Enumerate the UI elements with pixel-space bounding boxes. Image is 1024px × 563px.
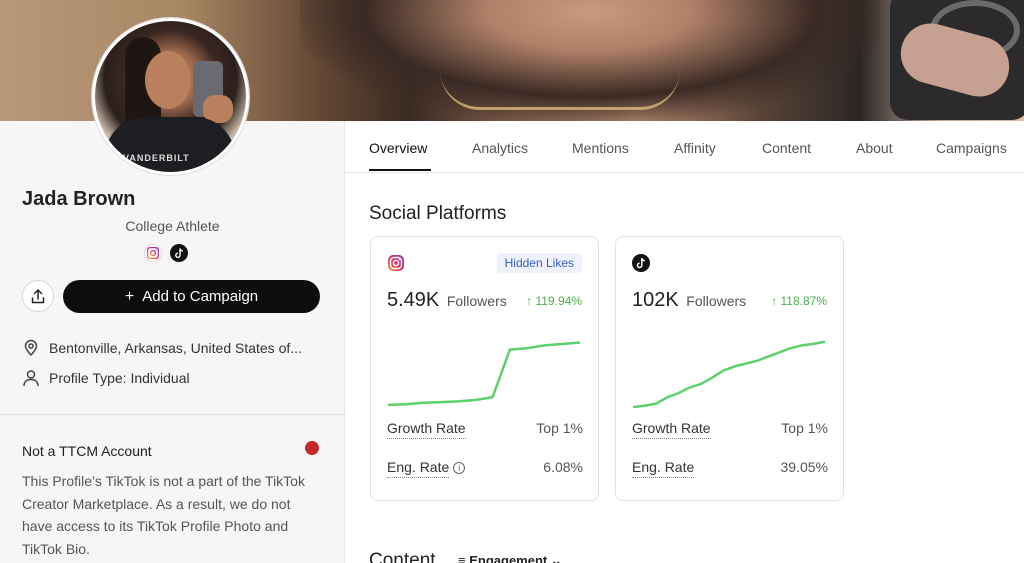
growth-rate-row: Growth Rate Top 1% [632, 420, 828, 439]
tab-content[interactable]: Content [762, 140, 811, 156]
follower-growth: ↑ 118.87% [771, 294, 827, 308]
eng-rate-label[interactable]: Eng. Rate [387, 459, 450, 478]
share-button[interactable] [22, 280, 54, 312]
followers-unit: Followers [446, 293, 507, 309]
chevron-down-icon: ⌄ [550, 553, 562, 563]
add-to-campaign-button[interactable]: + Add to Campaign [63, 280, 320, 313]
growth-rate-row: Growth Rate Top 1% [387, 420, 583, 439]
location-row: Bentonville, Arkansas, United States of.… [22, 339, 302, 357]
tab-mentions[interactable]: Mentions [572, 140, 629, 156]
growth-rate-value: Top 1% [781, 420, 828, 436]
tiktok-platform-card[interactable]: 102K Followers ↑ 118.87% Growth Rate Top… [615, 236, 844, 501]
tiktok-followers: 102K Followers [632, 289, 746, 312]
follower-count: 5.49K [387, 289, 440, 311]
banner-photo-detail [440, 70, 680, 110]
sidebar-divider [0, 414, 345, 415]
location-text: Bentonville, Arkansas, United States of.… [49, 340, 302, 356]
tab-analytics[interactable]: Analytics [472, 140, 528, 156]
tiktok-glyph [175, 248, 183, 258]
avatar-shirt-text: VANDERBILT [123, 153, 190, 163]
trend-line [632, 340, 826, 409]
tiktok-icon[interactable] [170, 244, 188, 262]
growth-rate-label[interactable]: Growth Rate [632, 420, 711, 439]
info-icon[interactable]: i [453, 462, 466, 474]
active-tab-indicator [369, 169, 431, 171]
plus-icon: + [124, 287, 135, 305]
follower-growth: ↑ 119.94% [526, 294, 582, 308]
tab-about[interactable]: About [856, 140, 893, 156]
tiktok-glyph [632, 254, 650, 272]
ttcm-description: This Profile’s TikTok is not a part of t… [22, 473, 305, 557]
content-section-title: Content [369, 550, 436, 563]
follower-count: 102K [632, 289, 679, 311]
profile-name: Jada Brown [22, 188, 136, 210]
ttcm-title: Not a TTCM Account [22, 443, 152, 459]
eng-rate-row: Eng. Rate i 6.08% [387, 459, 583, 478]
profile-subtitle: College Athlete [125, 218, 220, 234]
tab-affinity[interactable]: Affinity [674, 140, 716, 156]
avatar: VANDERBILT [92, 18, 249, 175]
ttcm-status-dot [305, 441, 319, 455]
avatar-detail [145, 51, 191, 109]
sort-icon: ≡ [458, 553, 466, 563]
tiktok-icon [632, 254, 650, 277]
eng-rate-value: 39.05% [780, 459, 828, 475]
followers-unit: Followers [686, 293, 747, 309]
hidden-likes-badge: Hidden Likes [496, 253, 582, 273]
sort-dropdown[interactable]: ≡ Engagement ⌄ [458, 553, 562, 563]
growth-rate-value: Top 1% [536, 420, 583, 436]
instagram-followers: 5.49K Followers [387, 289, 507, 312]
avatar-detail [105, 117, 235, 172]
tab-campaigns[interactable]: Campaigns [936, 140, 1007, 156]
eng-rate-value: 6.08% [543, 459, 583, 475]
sort-label: Engagement [469, 553, 548, 563]
instagram-platform-card[interactable]: Hidden Likes 5.49K Followers ↑ 119.94% G… [370, 236, 599, 501]
profile-type-text: Profile Type: Individual [49, 370, 190, 386]
instagram-icon[interactable] [144, 244, 162, 262]
instagram-glyph [388, 255, 404, 271]
profile-sidebar: VANDERBILT Jada Brown College Athlete + … [0, 18, 345, 563]
share-icon [31, 288, 45, 303]
person-icon [23, 370, 39, 387]
tiktok-trend-sparkline [632, 340, 826, 409]
profile-type-row: Profile Type: Individual [22, 369, 190, 387]
platform-icons [144, 244, 188, 262]
instagram-glyph [147, 247, 159, 259]
tab-overview[interactable]: Overview [369, 140, 427, 156]
profile-tabs: Overview Analytics Mentions Affinity Con… [345, 121, 1024, 173]
instagram-icon [387, 254, 405, 277]
add-to-campaign-label: Add to Campaign [142, 288, 259, 305]
social-platforms-title: Social Platforms [369, 203, 507, 224]
eng-rate-label[interactable]: Eng. Rate [632, 459, 695, 478]
instagram-trend-sparkline [387, 341, 581, 407]
growth-rate-label[interactable]: Growth Rate [387, 420, 466, 439]
eng-rate-row: Eng. Rate 39.05% [632, 459, 828, 478]
trend-line [387, 341, 581, 407]
location-pin-icon [24, 339, 38, 357]
